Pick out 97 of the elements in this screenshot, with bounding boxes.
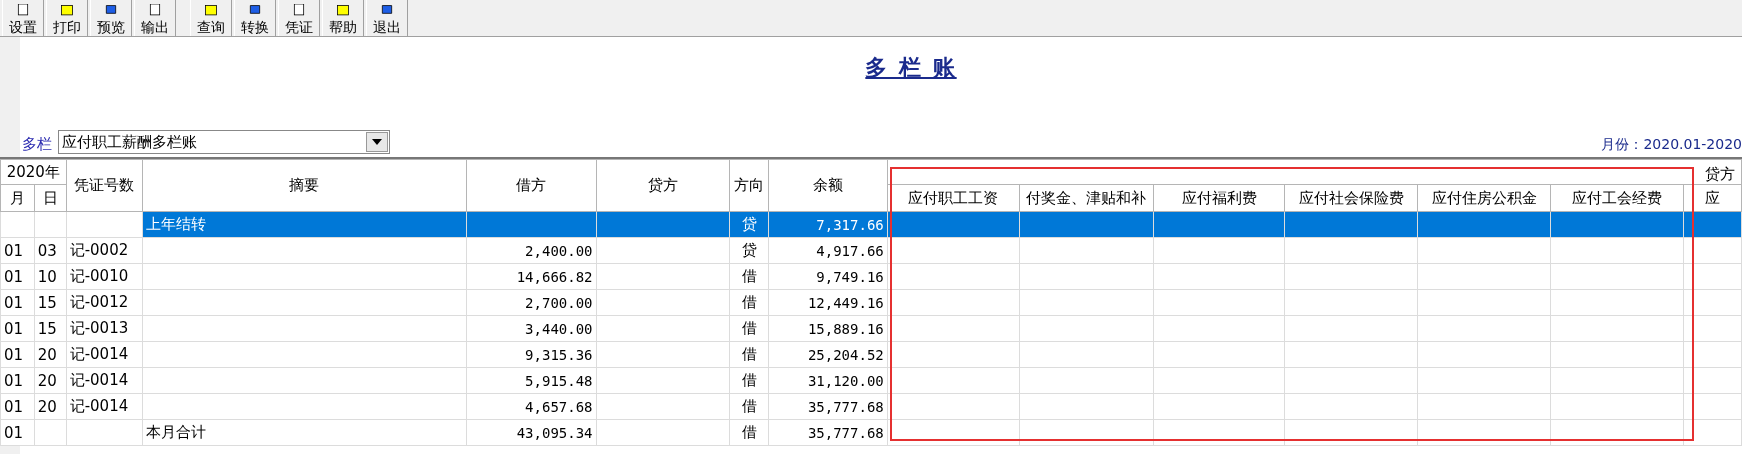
table-cell: 14,666.82 xyxy=(466,263,597,290)
table-cell xyxy=(1683,419,1742,446)
table-cell: 借 xyxy=(729,341,769,368)
table-cell: 25,204.52 xyxy=(768,341,888,368)
toolbar-button[interactable]: 查询 xyxy=(190,0,232,36)
table-row[interactable]: 01 03 记-0002 2,400.00 贷 4,917.66 xyxy=(0,237,1742,264)
column-header: 方向 xyxy=(729,159,769,212)
table-cell: 贷 xyxy=(729,237,769,264)
column-header: 余额 xyxy=(768,159,888,212)
table-cell: 2,400.00 xyxy=(466,237,597,264)
table-cell: 35,777.68 xyxy=(768,419,888,446)
table-row[interactable]: 01 本月合计 43,095.34 借 35,777.68 xyxy=(0,419,1742,446)
table-cell: 记-0013 xyxy=(66,315,143,342)
table-cell: 01 xyxy=(0,393,35,420)
ledger-dropdown[interactable]: 应付职工薪酬多栏账 xyxy=(58,130,390,154)
table-cell: 31,120.00 xyxy=(768,367,888,394)
table-cell: 4,657.68 xyxy=(466,393,597,420)
table-cell: 借 xyxy=(729,263,769,290)
toolbar-button[interactable]: 设置 xyxy=(2,0,44,36)
column-header: 月 xyxy=(0,184,35,212)
table-cell: 记-0014 xyxy=(66,341,143,368)
table-cell: 35,777.68 xyxy=(768,393,888,420)
table-cell xyxy=(1683,263,1742,290)
table-cell: 借 xyxy=(729,393,769,420)
table-cell: 借 xyxy=(729,315,769,342)
table-cell xyxy=(1683,315,1742,342)
table-cell xyxy=(34,211,67,238)
column-header: 凭证号数 xyxy=(66,159,143,212)
column-header: 摘要 xyxy=(142,159,467,212)
toolbar-button[interactable]: 退出 xyxy=(366,0,408,36)
table-cell xyxy=(34,419,67,446)
table-cell: 20 xyxy=(34,393,67,420)
table-cell xyxy=(1683,341,1742,368)
table-cell: 7,317.66 xyxy=(768,211,888,238)
table-cell xyxy=(1683,289,1742,316)
table-cell xyxy=(1683,237,1742,264)
table-cell xyxy=(1683,393,1742,420)
table-cell: 上年结转 xyxy=(142,211,467,238)
toolbar-button[interactable]: 预览 xyxy=(90,0,132,36)
table-row[interactable]: 01 15 记-0013 3,440.00 借 15,889.16 xyxy=(0,315,1742,342)
column-header: 应付职工工资 xyxy=(887,184,1020,212)
table-cell: 记-0010 xyxy=(66,263,143,290)
table-cell: 5,915.48 xyxy=(466,367,597,394)
column-header: 应付工会经费 xyxy=(1550,184,1684,212)
table-cell: 15 xyxy=(34,315,67,342)
toolbar-button[interactable]: 输出 xyxy=(134,0,176,36)
toolbar-button[interactable]: 凭证 xyxy=(278,0,320,36)
table-row[interactable]: 01 15 记-0012 2,700.00 借 12,449.16 xyxy=(0,289,1742,316)
table-cell: 记-0002 xyxy=(66,237,143,264)
table-cell: 12,449.16 xyxy=(768,289,888,316)
table-cell: 01 xyxy=(0,367,35,394)
table-cell: 15,889.16 xyxy=(768,315,888,342)
column-header: 应付福利费 xyxy=(1153,184,1285,212)
table-cell: 01 xyxy=(0,341,35,368)
table-cell: 借 xyxy=(729,289,769,316)
table-cell: 借 xyxy=(729,419,769,446)
table-row[interactable]: 01 20 记-0014 4,657.68 借 35,777.68 xyxy=(0,393,1742,420)
table-row[interactable]: 01 20 记-0014 5,915.48 借 31,120.00 xyxy=(0,367,1742,394)
column-header: 2020年 xyxy=(0,159,67,185)
table-cell: 03 xyxy=(34,237,67,264)
toolbar-button[interactable]: 帮助 xyxy=(322,0,364,36)
column-header: 付奖金、津贴和补 xyxy=(1019,184,1154,212)
table-cell: 01 xyxy=(0,315,35,342)
table-cell: 9,315.36 xyxy=(466,341,597,368)
table-cell: 10 xyxy=(34,263,67,290)
table-cell: 记-0014 xyxy=(66,393,143,420)
table-cell: 2,700.00 xyxy=(466,289,597,316)
table-cell xyxy=(0,211,35,238)
table-cell: 9,749.16 xyxy=(768,263,888,290)
column-header: 借方 xyxy=(466,159,597,212)
table-cell: 01 xyxy=(0,419,35,446)
toolbar-button[interactable]: 打印 xyxy=(46,0,88,36)
report-title: 多 栏 账 xyxy=(865,54,957,82)
table-cell: 15 xyxy=(34,289,67,316)
table-cell: 01 xyxy=(0,263,35,290)
table-cell: 20 xyxy=(34,341,67,368)
table-cell: 3,440.00 xyxy=(466,315,597,342)
table-row[interactable]: 01 10 记-0010 14,666.82 借 9,749.16 xyxy=(0,263,1742,290)
toolbar-button[interactable]: 转换 xyxy=(234,0,276,36)
table-row[interactable]: 上年结转 贷 7,317.66 xyxy=(0,211,1742,238)
column-group-header: 贷方 xyxy=(1705,165,1735,183)
table-cell: 01 xyxy=(0,237,35,264)
table-cell: 43,095.34 xyxy=(466,419,597,446)
table-cell: 本月合计 xyxy=(142,419,467,446)
table-cell: 4,917.66 xyxy=(768,237,888,264)
period-label: 月份：2020.01-2020 xyxy=(1601,136,1742,154)
column-header: 应付社会保险费 xyxy=(1284,184,1418,212)
column-header: 应付住房公积金 xyxy=(1417,184,1551,212)
table-cell xyxy=(1683,367,1742,394)
table-cell: 20 xyxy=(34,367,67,394)
selector-label: 多栏 xyxy=(22,135,52,154)
table-row[interactable]: 01 20 记-0014 9,315.36 借 25,204.52 xyxy=(0,341,1742,368)
table-cell: 借 xyxy=(729,367,769,394)
table-cell: 01 xyxy=(0,289,35,316)
column-header: 贷方 xyxy=(596,159,730,212)
table-cell: 记-0012 xyxy=(66,289,143,316)
table-cell: 记-0014 xyxy=(66,367,143,394)
